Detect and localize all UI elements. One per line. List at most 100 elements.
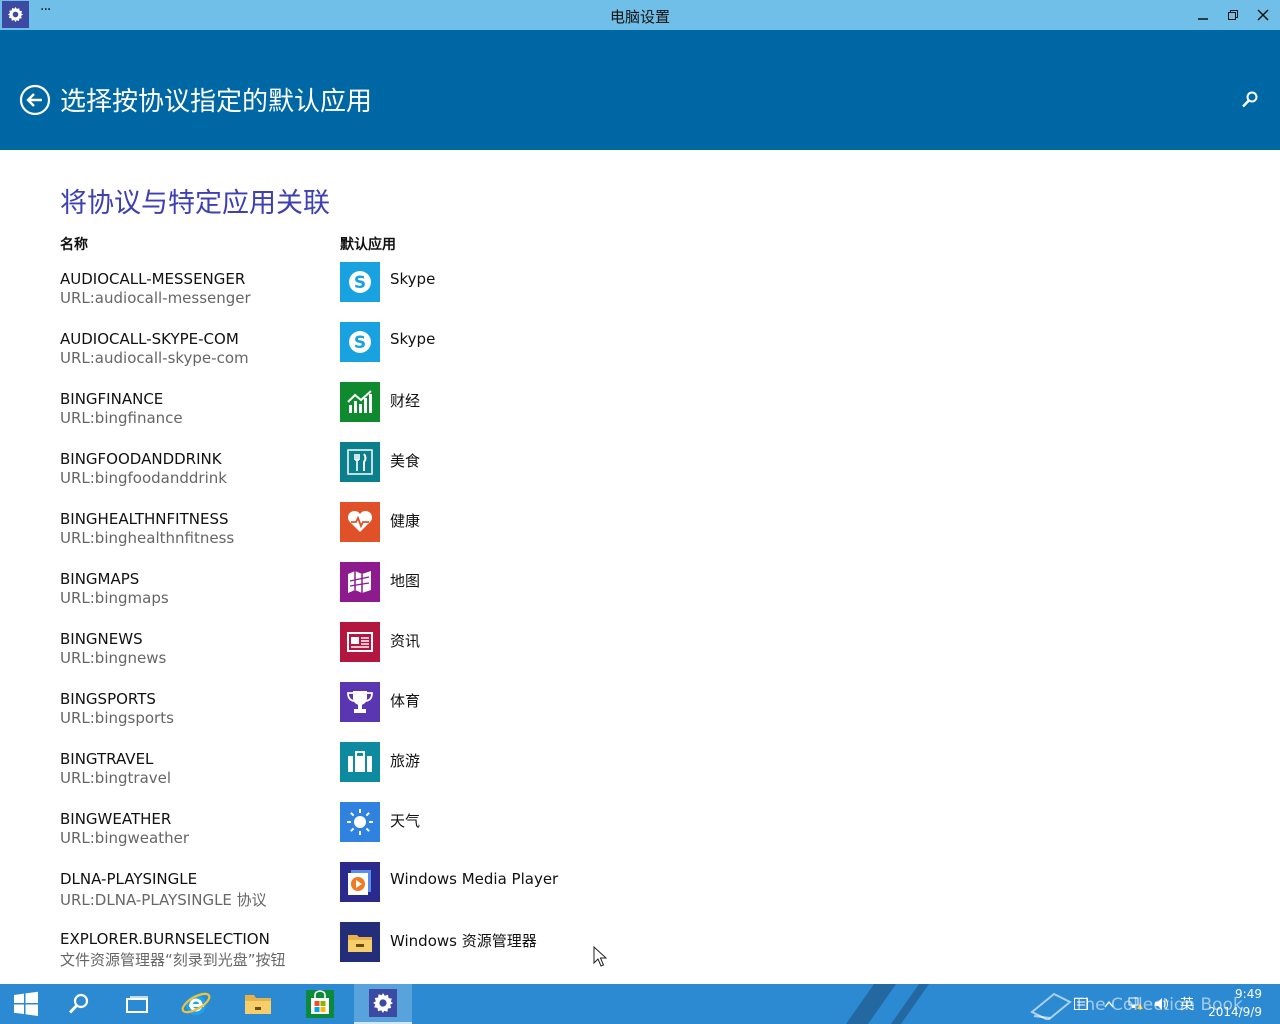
protocol-row: AUDIOCALL-SKYPE-COM URL:audiocall-skype-c… [0, 322, 700, 390]
protocol-row: BINGMAPS URL:bingmaps 地图 [0, 562, 700, 630]
protocol-description: 文件资源管理器“刻录到光盘”按钮 [60, 951, 286, 969]
protocol-name: AUDIOCALL-MESSENGER [60, 270, 246, 288]
back-arrow-icon [19, 84, 51, 116]
protocol-description: URL:binghealthnfitness [60, 529, 235, 547]
taskbar-search-button[interactable] [53, 984, 105, 1024]
default-app-name[interactable]: 天气 [390, 810, 420, 831]
default-app-button[interactable] [340, 682, 380, 722]
settings-taskbar-button[interactable] [354, 984, 412, 1024]
media-player-icon [345, 867, 375, 897]
default-app-button[interactable]: S [340, 322, 380, 362]
protocol-row: DLNA-PLAYSINGLE URL:DLNA-PLAYSINGLE 协议 Win… [0, 862, 700, 930]
default-app-button[interactable] [340, 442, 380, 482]
title-bar: ··· 电脑设置 [0, 0, 1280, 30]
default-app-name[interactable]: 财经 [390, 390, 420, 411]
mouse-cursor-icon [593, 946, 607, 967]
protocol-description: URL:audiocall-messenger [60, 289, 251, 307]
default-app-button[interactable] [340, 862, 380, 902]
protocol-row: BINGFINANCE URL:bingfinance 财经 [0, 382, 700, 450]
default-app-name[interactable]: Windows 资源管理器 [390, 930, 537, 951]
back-button[interactable] [19, 84, 51, 116]
file-explorer-button[interactable] [232, 984, 284, 1024]
default-app-button[interactable] [340, 802, 380, 842]
store-icon [306, 990, 334, 1018]
default-app-button[interactable] [340, 622, 380, 662]
book-icon [1030, 992, 1072, 1022]
protocol-row: BINGWEATHER URL:bingweather 天气 [0, 802, 700, 870]
protocol-description: URL:audiocall-skype-com [60, 349, 249, 367]
skype-icon: S [345, 327, 375, 357]
internet-explorer-button[interactable] [170, 984, 222, 1024]
window-title: 电脑设置 [609, 8, 670, 26]
map-icon [345, 567, 375, 597]
watermark: The Collection Book [1030, 990, 1243, 1022]
task-view-button[interactable] [111, 984, 163, 1024]
protocol-description: URL:bingsports [60, 709, 174, 727]
protocol-name: BINGWEATHER [60, 810, 172, 828]
protocol-row: BINGNEWS URL:bingnews 资讯 [0, 622, 700, 690]
protocol-name: BINGNEWS [60, 630, 143, 648]
default-app-button[interactable] [340, 742, 380, 782]
default-app-button[interactable] [340, 562, 380, 602]
search-icon [68, 993, 89, 1014]
column-header-name: 名称 [60, 237, 88, 253]
default-app-name[interactable]: 地图 [390, 570, 420, 591]
default-app-name[interactable]: 资讯 [390, 630, 420, 651]
protocol-description: URL:bingfinance [60, 409, 183, 427]
page-title: 选择按协议指定的默认应用 [60, 87, 373, 117]
internet-explorer-icon [181, 992, 211, 1015]
restore-button[interactable] [1218, 0, 1248, 30]
search-icon [1242, 91, 1258, 108]
task-view-icon [126, 996, 148, 1013]
protocol-row: BINGFOODANDDRINK URL:bingfoodanddrink 美食 [0, 442, 700, 510]
column-header-default-app: 默认应用 [340, 237, 396, 253]
protocol-name: DLNA-PLAYSINGLE [60, 870, 198, 888]
store-button[interactable] [294, 984, 346, 1024]
fork-knife-icon [345, 447, 375, 477]
protocol-description: URL:bingmaps [60, 589, 169, 607]
close-button[interactable] [1248, 0, 1278, 30]
svg-text:S: S [354, 333, 366, 353]
protocol-description: URL:bingfoodanddrink [60, 469, 227, 487]
sun-icon [345, 807, 375, 837]
protocol-row: BINGHEALTHNFITNESS URL:binghealthnfitness… [0, 502, 700, 570]
skype-icon: S [345, 267, 375, 297]
protocol-name: BINGFINANCE [60, 390, 164, 408]
default-app-button[interactable]: S [340, 262, 380, 302]
protocol-description: URL:bingtravel [60, 769, 172, 787]
protocol-name: BINGSPORTS [60, 690, 156, 708]
default-app-name[interactable]: 旅游 [390, 750, 420, 771]
svg-text:S: S [354, 273, 366, 293]
default-app-name[interactable]: 体育 [390, 690, 420, 711]
protocol-name: BINGFOODANDDRINK [60, 450, 222, 468]
default-app-button[interactable] [340, 502, 380, 542]
protocol-row: BINGTRAVEL URL:bingtravel 旅游 [0, 742, 700, 810]
suitcase-icon [345, 747, 375, 777]
default-app-button[interactable] [340, 922, 380, 962]
minimize-button[interactable] [1188, 0, 1218, 30]
default-app-name[interactable]: Skype [390, 270, 435, 288]
protocol-row: BINGSPORTS URL:bingsports 体育 [0, 682, 700, 750]
protocol-name: BINGHEALTHNFITNESS [60, 510, 229, 528]
default-app-name[interactable]: 美食 [390, 450, 420, 471]
finance-chart-icon [345, 387, 375, 417]
protocol-name: AUDIOCALL-SKYPE-COM [60, 330, 239, 348]
protocol-row: AUDIOCALL-MESSENGER URL:audiocall-messeng… [0, 262, 700, 330]
default-app-name[interactable]: 健康 [390, 510, 420, 531]
folder-icon [345, 927, 375, 957]
protocol-name: EXPLORER.BURNSELECTION [60, 930, 270, 948]
file-explorer-icon [245, 995, 271, 1014]
protocol-description: URL:bingnews [60, 649, 167, 667]
start-button[interactable] [0, 984, 52, 1024]
protocol-description: URL:bingweather [60, 829, 190, 847]
default-app-button[interactable] [340, 382, 380, 422]
search-button[interactable] [1240, 90, 1260, 110]
page-header: 选择按协议指定的默认应用 [0, 30, 1280, 150]
heart-pulse-icon [345, 507, 375, 537]
protocol-name: BINGMAPS [60, 570, 140, 588]
default-app-name[interactable]: Windows Media Player [390, 870, 558, 888]
default-app-name[interactable]: Skype [390, 330, 435, 348]
settings-icon [369, 989, 397, 1017]
trophy-icon [345, 687, 375, 717]
start-icon [14, 991, 38, 1016]
